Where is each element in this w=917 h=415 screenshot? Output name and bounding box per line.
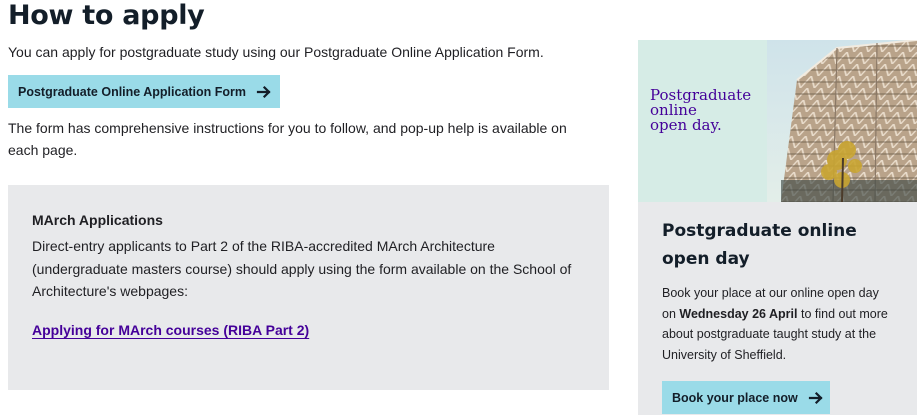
promo-image[interactable]: Postgraduate online open day. — [638, 40, 917, 202]
page-title: How to apply — [8, 0, 205, 31]
promo-title: Postgraduate online open day — [662, 221, 857, 269]
march-courses-link[interactable]: Applying for MArch courses (RIBA Part 2) — [32, 322, 309, 338]
march-description: Direct-entry applicants to Part 2 of the… — [32, 238, 572, 299]
book-place-button-label: Book your place now — [672, 390, 798, 405]
application-form-button[interactable]: Postgraduate Online Application Form — [8, 75, 281, 108]
arrow-right-icon — [808, 391, 823, 404]
book-place-button[interactable]: Book your place now — [662, 381, 830, 414]
instructions-text: The form has comprehensive instructions … — [8, 120, 567, 158]
promo-image-caption: Postgraduate online open day. — [650, 88, 751, 133]
march-applications-panel: MArch Applications Direct-entry applican… — [8, 185, 609, 390]
promo-body: Postgraduate online open day Book your p… — [638, 202, 917, 414]
building-illustration — [767, 40, 917, 202]
intro-text: You can apply for postgraduate study usi… — [8, 44, 544, 60]
promo-text: Book your place at our online open day o… — [662, 283, 893, 365]
arrow-right-icon — [256, 85, 271, 98]
open-day-promo: Postgraduate online open day. Postgradua… — [638, 40, 917, 415]
promo-date: Wednesday 26 April — [679, 306, 798, 321]
main-content: How to apply You can apply for postgradu… — [8, 0, 609, 161]
promo-image-line-3: open day. — [650, 116, 722, 134]
march-heading: MArch Applications — [32, 212, 163, 228]
application-form-button-label: Postgraduate Online Application Form — [18, 84, 247, 99]
